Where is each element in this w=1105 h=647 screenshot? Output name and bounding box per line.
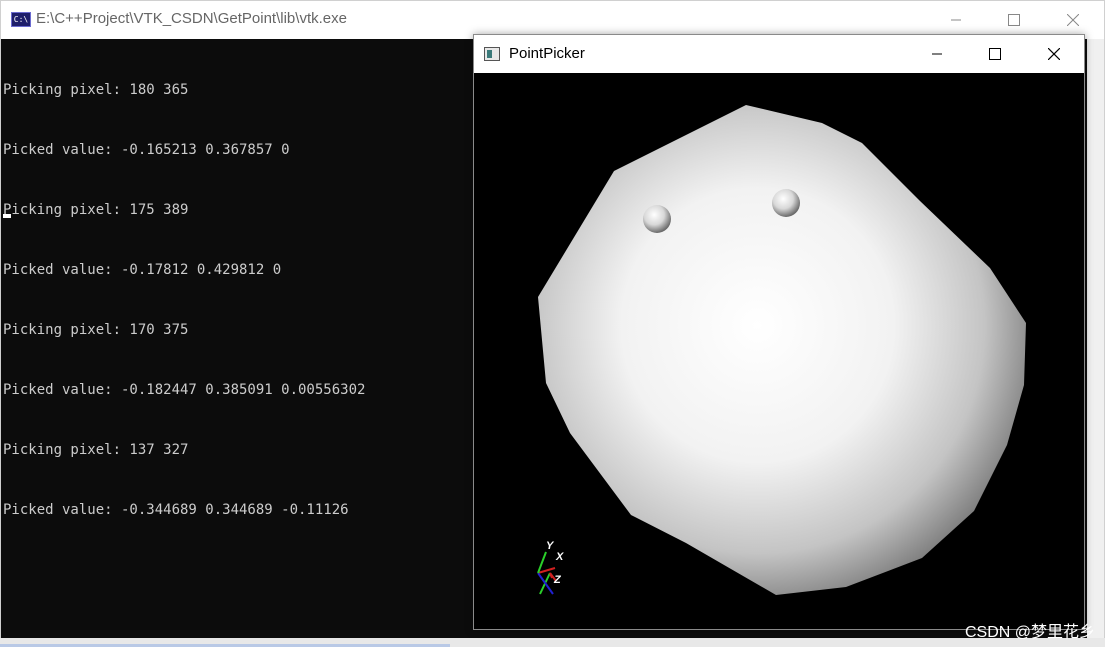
console-line: Picking pixel: 180 365 (3, 82, 189, 98)
render-scene: Y X Z (537, 105, 1026, 595)
orientation-axes: Y X Z (537, 540, 564, 595)
watermark: CSDN @梦里花乡 (964, 624, 1095, 641)
console-scrollbar[interactable] (1087, 39, 1104, 639)
console-output-lines: Picking pixel: 180 365 Picked value: -0.… (3, 40, 365, 560)
axis-z-label: Z (553, 574, 562, 586)
axis-y-label: Y (546, 540, 555, 552)
console-app-icon: C:\ (11, 12, 31, 27)
console-line: Picked value: -0.165213 0.367857 0 (3, 142, 290, 158)
faceted-sphere[interactable] (538, 105, 1026, 595)
axis-x-label: X (555, 551, 564, 563)
render-viewport[interactable]: Y X Z (474, 73, 1084, 629)
maximize-icon (989, 48, 1001, 60)
maximize-icon (1008, 14, 1020, 26)
close-icon (1048, 48, 1060, 60)
pointpicker-window: PointPicker Y X Z (473, 34, 1085, 630)
vtk-window-icon (484, 47, 500, 61)
console-line: Picking pixel: 170 375 (3, 322, 189, 338)
console-line: Picked value: -0.344689 0.344689 -0.1112… (3, 502, 349, 518)
console-line: Picking pixel: 137 327 (3, 442, 189, 458)
pointpicker-close-button[interactable] (1025, 35, 1083, 73)
minimize-icon (932, 53, 942, 55)
pointpicker-window-title: PointPicker (509, 45, 585, 62)
console-line: Picking pixel: 175 389 (3, 202, 189, 218)
console-line: Picked value: -0.182447 0.385091 0.00556… (3, 382, 366, 398)
pointpicker-minimize-button[interactable] (908, 35, 966, 73)
console-line: Picked value: -0.17812 0.429812 0 (3, 262, 282, 278)
pointpicker-maximize-button[interactable] (966, 35, 1024, 73)
close-icon (1067, 14, 1079, 26)
taskbar-strip (0, 638, 1105, 647)
picked-point-marker[interactable] (772, 189, 800, 217)
picked-point-marker[interactable] (643, 205, 671, 233)
console-cursor (3, 214, 11, 218)
console-window-title: E:\C++Project\VTK_CSDN\GetPoint\lib\vtk.… (36, 10, 347, 27)
pointpicker-titlebar[interactable]: PointPicker (474, 35, 1084, 73)
minimize-icon (951, 19, 961, 21)
